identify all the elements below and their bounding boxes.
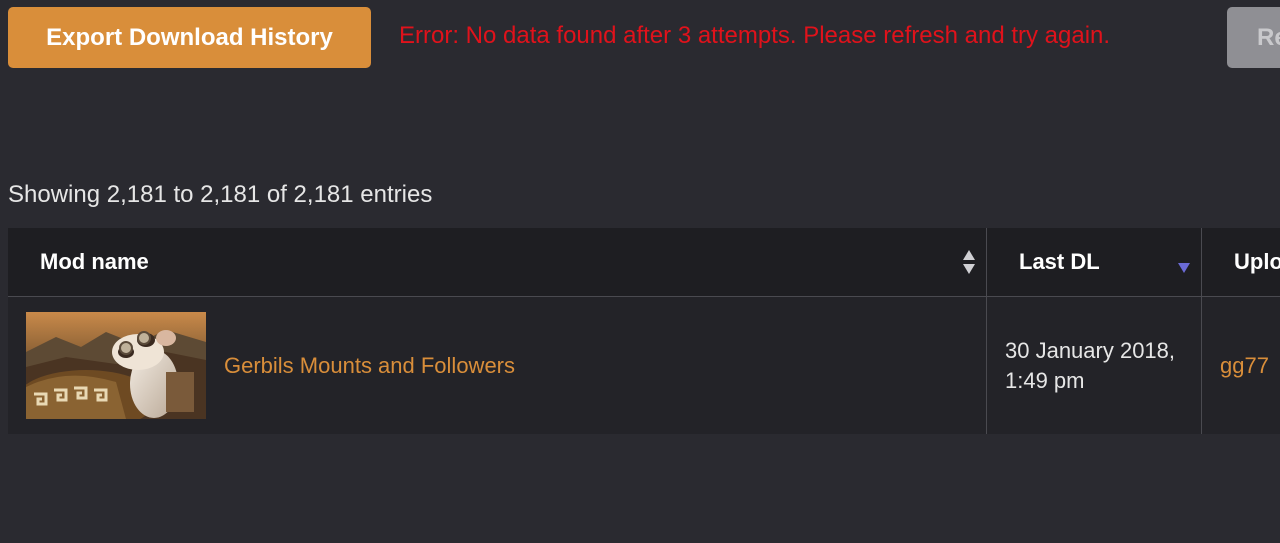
- uploader-cell: gg77: [1202, 297, 1280, 434]
- sort-descending-icon: [1178, 263, 1190, 273]
- column-header-label: Uplo: [1234, 249, 1280, 274]
- column-header-label: Mod name: [40, 249, 149, 274]
- table-header: Mod name Last DL Uplo: [8, 228, 1280, 297]
- column-header-last-dl[interactable]: Last DL: [987, 228, 1202, 296]
- page: Export Download History Error: No data f…: [0, 0, 1280, 543]
- refresh-button[interactable]: Re: [1227, 7, 1280, 68]
- gerbil-mod-thumbnail[interactable]: [26, 312, 206, 419]
- export-download-history-button[interactable]: Export Download History: [8, 7, 371, 68]
- download-history-table: Mod name Last DL Uplo Gerbils Mounts and…: [8, 228, 1280, 434]
- last-dl-date: 30 January 2018, 1:49 pm: [1005, 337, 1176, 393]
- column-header-uploader[interactable]: Uplo: [1202, 228, 1280, 296]
- mod-name-link[interactable]: Gerbils Mounts and Followers: [224, 353, 515, 379]
- last-dl-cell: 30 January 2018, 1:49 pm: [987, 297, 1202, 434]
- sort-both-icon: [963, 250, 975, 274]
- table-entries-info: Showing 2,181 to 2,181 of 2,181 entries: [8, 181, 433, 208]
- column-header-label: Last DL: [1019, 249, 1100, 274]
- uploader-link[interactable]: gg77: [1220, 353, 1269, 379]
- table-row: Gerbils Mounts and Followers 30 January …: [8, 297, 1280, 434]
- table-body: Gerbils Mounts and Followers 30 January …: [8, 297, 1280, 434]
- mod-name-cell: Gerbils Mounts and Followers: [8, 297, 987, 434]
- error-message: Error: No data found after 3 attempts. P…: [399, 22, 1111, 49]
- mod-thumbnail-image: [26, 312, 206, 419]
- column-header-mod-name[interactable]: Mod name: [8, 228, 987, 296]
